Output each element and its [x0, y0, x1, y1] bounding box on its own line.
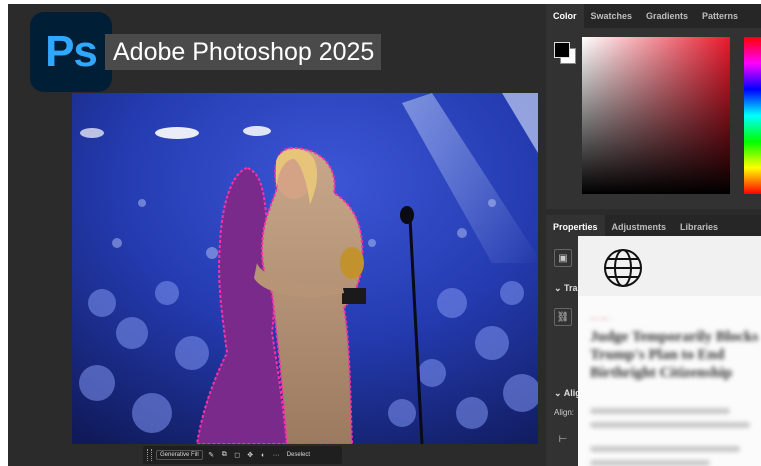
- tab-patterns[interactable]: Patterns: [695, 4, 745, 28]
- foreground-color-swatch[interactable]: [554, 42, 570, 58]
- overlay-header: [578, 236, 761, 296]
- hue-slider[interactable]: [744, 37, 761, 194]
- document-canvas[interactable]: [72, 93, 538, 444]
- color-panel: Color Swatches Gradients Patterns: [546, 4, 761, 209]
- browser-overlay: — — · Judge Temporarily Blocks Trump's P…: [578, 236, 761, 466]
- logo-text: Ps: [45, 27, 98, 76]
- transform-icon[interactable]: ✥: [246, 451, 255, 460]
- overlay-text-line: [590, 422, 750, 428]
- overlay-text-line: [590, 460, 710, 466]
- tab-gradients[interactable]: Gradients: [639, 4, 695, 28]
- globe-icon[interactable]: [603, 248, 643, 288]
- align-left-icon[interactable]: ⊢: [554, 430, 572, 448]
- chevron-down-icon: ⌄: [554, 388, 564, 398]
- adjustment-icon[interactable]: ◐: [259, 451, 268, 460]
- link-icon[interactable]: ⛓: [554, 308, 572, 326]
- transform-section-label: Tra: [564, 283, 578, 293]
- tab-color[interactable]: Color: [546, 4, 584, 28]
- align-label: Align:: [554, 408, 575, 417]
- overlay-text-line: [590, 446, 740, 452]
- transform-section-header[interactable]: ⌄ Tra: [554, 283, 578, 294]
- generative-fill-button[interactable]: Generative Fill: [156, 450, 203, 460]
- invert-selection-icon[interactable]: ⧉: [220, 451, 229, 460]
- chevron-down-icon: ⌄: [554, 283, 565, 293]
- canvas-photo: [72, 93, 538, 444]
- mask-icon[interactable]: ◻: [233, 451, 242, 460]
- color-panel-tabs: Color Swatches Gradients Patterns: [546, 4, 761, 28]
- app-title: Adobe Photoshop 2025: [113, 37, 375, 66]
- contextual-task-bar: Generative Fill ✎ ⧉ ◻ ✥ ◐ ··· Deselect: [143, 446, 342, 464]
- app-title-banner: Adobe Photoshop 2025: [105, 34, 381, 70]
- tab-swatches[interactable]: Swatches: [584, 4, 640, 28]
- image-layer-icon: ▣: [554, 249, 572, 267]
- align-section-header[interactable]: ⌄ Alig: [554, 388, 581, 399]
- drag-handle-icon[interactable]: [147, 449, 152, 461]
- brush-icon[interactable]: ✎: [207, 451, 216, 460]
- photoshop-window: Ps Adobe Photoshop 2025 Generative Fill …: [8, 4, 761, 466]
- overlay-text-line: [590, 408, 730, 414]
- photoshop-logo: Ps: [30, 12, 112, 92]
- overlay-kicker: — — ·: [590, 314, 614, 323]
- more-options-button[interactable]: ···: [272, 451, 281, 460]
- deselect-button[interactable]: Deselect: [287, 452, 310, 458]
- color-field[interactable]: [582, 37, 730, 194]
- overlay-headline: Judge Temporarily Blocks Trump's Plan to…: [590, 329, 759, 381]
